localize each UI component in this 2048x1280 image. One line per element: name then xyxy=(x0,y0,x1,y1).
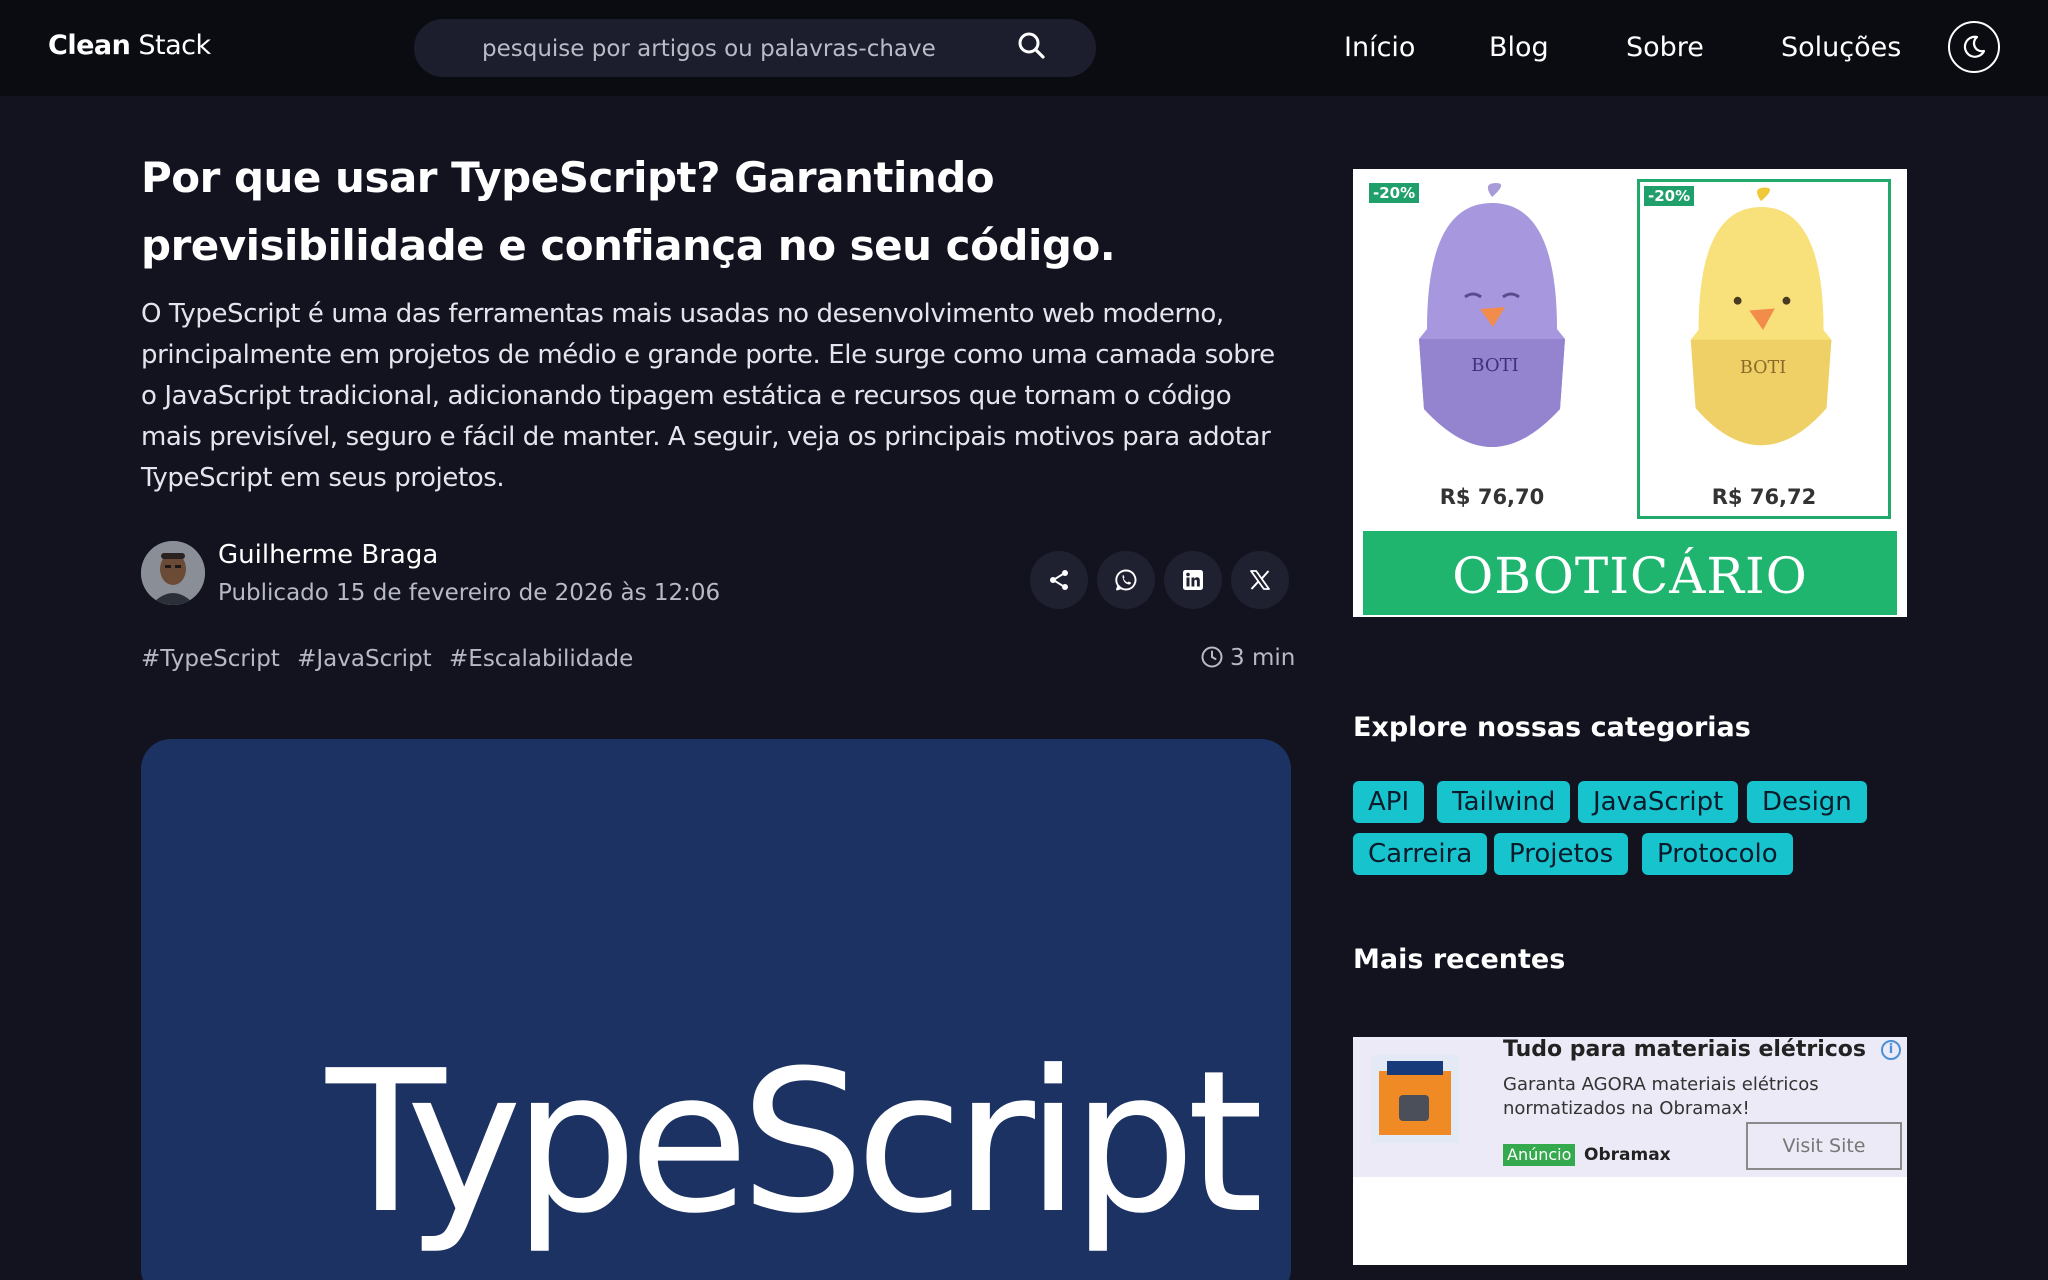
share-button[interactable] xyxy=(1030,551,1088,609)
article-hero-image: TypeScript xyxy=(141,739,1291,1280)
category-carreira[interactable]: Carreira xyxy=(1353,833,1488,875)
nav-sobre[interactable]: Sobre xyxy=(1626,32,1704,63)
obramax-ad-banner[interactable]: Tudo para materiais elétricos Garanta AG… xyxy=(1353,1037,1907,1177)
site-logo[interactable]: Clean Stack xyxy=(48,30,211,61)
boticario-brand-bar[interactable]: OBOTICÁRIO xyxy=(1363,531,1897,615)
ad-title[interactable]: Tudo para materiais elétricos xyxy=(1503,1037,1866,1062)
tag-escalabilidade[interactable]: #Escalabilidade xyxy=(449,646,633,672)
author-avatar[interactable] xyxy=(141,541,205,605)
recent-heading: Mais recentes xyxy=(1353,944,1566,975)
x-icon xyxy=(1250,570,1270,590)
boticario-logo-text: OBOTICÁRIO xyxy=(1452,547,1808,605)
article-tags: #TypeScript #JavaScript #Escalabilidade xyxy=(141,646,643,672)
author-name[interactable]: Guilherme Braga xyxy=(218,540,438,570)
tag-typescript[interactable]: #TypeScript xyxy=(141,646,280,672)
linkedin-icon xyxy=(1183,570,1203,590)
svg-text:BOTI: BOTI xyxy=(1471,355,1518,376)
logo-rest: Stack xyxy=(130,30,211,61)
ad-thumbnail xyxy=(1371,1055,1459,1143)
category-javascript[interactable]: JavaScript xyxy=(1578,781,1739,823)
moon-icon xyxy=(1963,35,1986,58)
obramax-ad[interactable]: Tudo para materiais elétricos Garanta AG… xyxy=(1353,1037,1907,1265)
category-design[interactable]: Design xyxy=(1747,781,1867,823)
boticario-ad[interactable]: -20% BOTI R$ 76,70 -20% BOTI R$ 76,72 OB… xyxy=(1353,169,1907,617)
search-input[interactable]: pesquise por artigos ou palavras-chave xyxy=(414,19,1096,77)
svg-text:BOTI: BOTI xyxy=(1740,358,1786,378)
categories-heading: Explore nossas categorias xyxy=(1353,712,1751,743)
read-time-value: 3 min xyxy=(1230,645,1296,671)
category-projetos[interactable]: Projetos xyxy=(1494,833,1629,875)
nav-blog[interactable]: Blog xyxy=(1489,32,1549,63)
ad-product-card[interactable]: -20% BOTI R$ 76,70 xyxy=(1365,179,1619,519)
ad-advertiser: Obramax xyxy=(1584,1145,1671,1165)
publish-date: Publicado 15 de fevereiro de 2026 às 12:… xyxy=(218,580,721,606)
logo-bold: Clean xyxy=(48,30,131,61)
article-lead: O TypeScript é uma das ferramentas mais … xyxy=(141,299,1275,493)
ad-product-card-selected[interactable]: -20% BOTI R$ 76,72 xyxy=(1637,179,1891,519)
ad-description: Garanta AGORA materiais elétricos normat… xyxy=(1503,1074,1819,1119)
share-icon xyxy=(1050,570,1068,590)
top-navbar: Clean Stack pesquise por artigos ou pala… xyxy=(0,0,2048,96)
whatsapp-share-button[interactable] xyxy=(1097,551,1155,609)
whatsapp-icon xyxy=(1115,569,1137,591)
tag-javascript[interactable]: #JavaScript xyxy=(297,646,432,672)
category-protocolo[interactable]: Protocolo xyxy=(1642,833,1793,875)
product-image: BOTI xyxy=(1419,183,1565,447)
article-title: Por que usar TypeScript? Garantindo prev… xyxy=(141,153,1116,270)
visit-site-button[interactable]: Visit Site xyxy=(1746,1122,1902,1170)
theme-toggle-button[interactable] xyxy=(1948,21,2000,73)
search-placeholder: pesquise por artigos ou palavras-chave xyxy=(482,36,936,62)
x-share-button[interactable] xyxy=(1231,551,1289,609)
category-tailwind[interactable]: Tailwind xyxy=(1437,781,1571,823)
nav-inicio[interactable]: Início xyxy=(1344,32,1415,63)
ad-info-icon[interactable]: i xyxy=(1881,1040,1901,1060)
clock-icon xyxy=(1201,646,1223,668)
read-time: 3 min xyxy=(1200,645,1295,671)
product-image: BOTI xyxy=(1690,187,1832,446)
product-price: R$ 76,72 xyxy=(1711,485,1817,509)
hero-typescript-text: TypeScript xyxy=(326,1029,1264,1257)
linkedin-share-button[interactable] xyxy=(1164,551,1222,609)
product-price: R$ 76,70 xyxy=(1439,485,1545,509)
nav-solucoes[interactable]: Soluções xyxy=(1781,32,1901,63)
category-api[interactable]: API xyxy=(1353,781,1425,823)
search-icon[interactable] xyxy=(1016,30,1050,64)
ad-label-badge: Anúncio xyxy=(1503,1144,1576,1166)
